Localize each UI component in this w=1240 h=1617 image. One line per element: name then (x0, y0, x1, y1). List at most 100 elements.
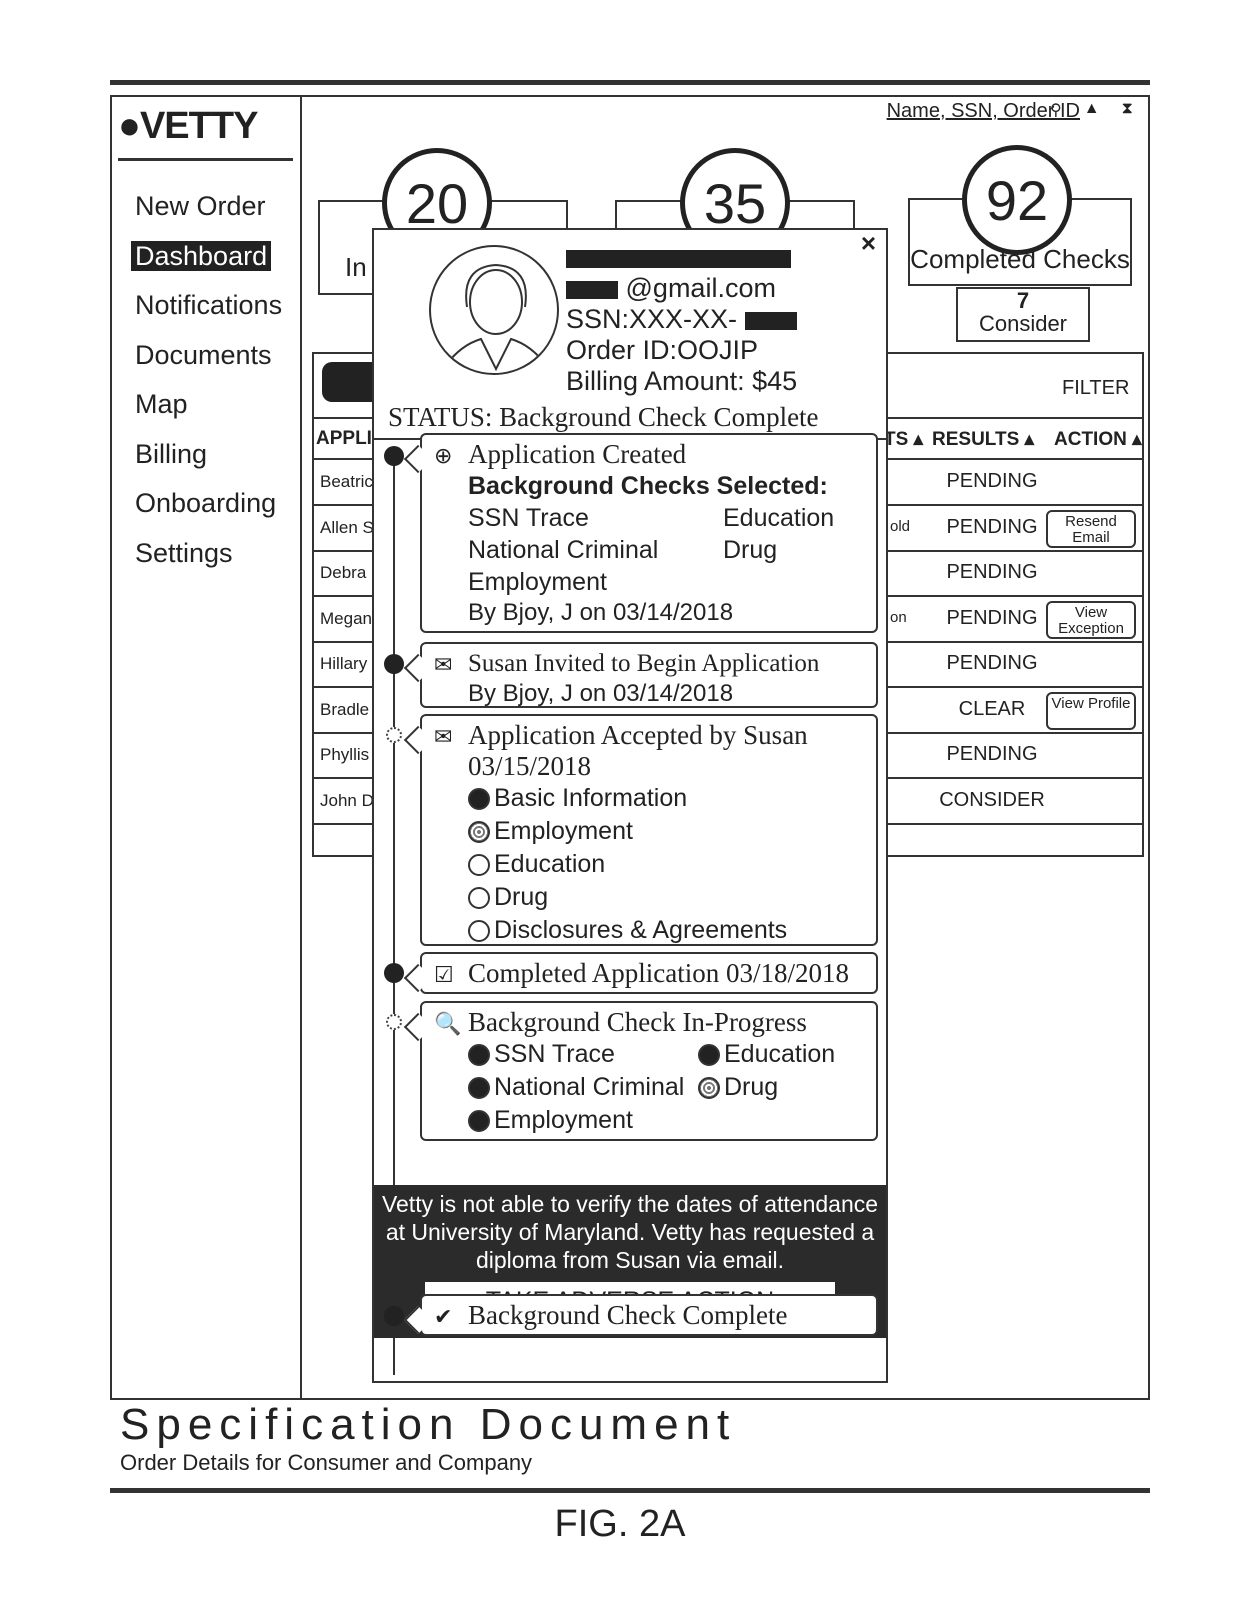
caption-title: Specification Document (120, 1400, 737, 1449)
timeline-card-completed-application: ☑ Completed Application 03/18/2018 (420, 952, 878, 994)
check-status-item: SSN Trace (468, 1038, 698, 1071)
sidebar-item-dashboard[interactable]: Dashboard (126, 238, 282, 288)
sidebar-item-label: Settings (135, 537, 233, 568)
check-status-icon (698, 1043, 720, 1066)
result-badge: PENDING (946, 561, 1038, 583)
step-label: Education (494, 850, 606, 878)
timeline-card-created: ⊕ Application Created Background Checks S… (420, 433, 878, 633)
sidebar-item-label: Dashboard (131, 240, 272, 271)
sidebar-nav: New Order Dashboard Notifications Docume… (126, 188, 282, 584)
sidebar-item-label: Documents (135, 339, 272, 370)
applicant-name: Bradle (320, 699, 370, 719)
check-item: SSN Trace (468, 504, 589, 532)
open-envelope-icon: ✉ (434, 725, 453, 750)
magnifier-person-icon: 🔍 (434, 1012, 462, 1037)
sidebar-item-settings[interactable]: Settings (126, 535, 282, 585)
sidebar-item-map[interactable]: Map (126, 386, 282, 436)
filter-button[interactable]: FILTER (1062, 377, 1129, 400)
step-status-icon (468, 886, 490, 909)
envelope-icon: ✉ (434, 653, 453, 678)
row-action-button[interactable]: View Profile (1046, 691, 1136, 730)
plus-circle-icon: ⊕ (434, 444, 453, 469)
sidebar-item-label: Onboarding (135, 488, 277, 518)
result-badge: PENDING (946, 470, 1038, 492)
check-status-icon (698, 1076, 720, 1099)
applicant-info: @gmail.com SSN:XXX-XX- Order ID:OOJIP Bi… (566, 242, 797, 397)
check-label: Education (724, 1040, 836, 1068)
step-status-icon (468, 787, 490, 810)
applicant-name: Beatric (320, 472, 373, 491)
step-item: Education (468, 848, 876, 881)
stat-circle-completed: 92 (962, 145, 1072, 255)
card-title: Completed Application 03/18/2018 (468, 958, 849, 988)
sidebar-item-new-order[interactable]: New Order (126, 188, 282, 238)
sidebar-item-label: Billing (135, 438, 208, 469)
ssn-text: SSN:XXX-XX- (566, 304, 738, 334)
row-action-button[interactable]: View Exception (1046, 600, 1136, 639)
result-badge: PENDING (946, 652, 1038, 674)
figure-label: FIG. 2A (554, 1503, 686, 1545)
check-status-item: Education (698, 1038, 908, 1071)
card-title: Application Created (468, 439, 687, 469)
column-header-results[interactable]: RESULTS ▴ (932, 428, 1034, 451)
applicant-email: @gmail.com (566, 273, 797, 304)
checkbox-icon: ☑ (434, 963, 454, 988)
sidebar-item-label: New Order (135, 191, 266, 221)
timeline-dot-complete (384, 446, 404, 466)
sidebar-item-label: Map (135, 389, 188, 419)
close-icon[interactable]: × (861, 228, 876, 259)
sidebar-item-billing[interactable]: Billing (126, 436, 282, 486)
check-status-icon (468, 1076, 490, 1099)
user-icon[interactable]: ⧗ (1122, 100, 1133, 120)
sidebar-item-onboarding[interactable]: Onboarding (126, 485, 282, 535)
check-circle-icon: ✔ (434, 1305, 453, 1330)
step-label: Drug (494, 883, 549, 911)
search-icon[interactable]: ⚲ (1050, 100, 1062, 120)
card-title: Background Check In-Progress (468, 1007, 807, 1037)
check-status-item: National Criminal (468, 1071, 698, 1104)
email-suffix: @gmail.com (625, 273, 776, 303)
card-title: Background Check Complete (468, 1300, 788, 1330)
step-label: Basic Information (494, 784, 688, 812)
applicant-name: John D (320, 790, 374, 810)
check-label: Drug (724, 1073, 779, 1101)
check-item: Drug (723, 536, 778, 564)
step-status-icon (468, 820, 490, 843)
consider-count[interactable]: 7 Consider (956, 287, 1090, 342)
applicant-name: Phyllis (320, 745, 370, 764)
result-badge: PENDING (946, 743, 1038, 765)
sidebar-item-notifications[interactable]: Notifications (126, 287, 282, 337)
step-item: Drug (468, 881, 876, 914)
notification-bell-icon[interactable]: ▲ (1084, 100, 1100, 120)
step-status-icon (468, 853, 490, 876)
column-header-status[interactable]: TS ▴ (884, 428, 923, 451)
check-status-icon (468, 1109, 490, 1132)
timeline-card-background-check-complete: ✔ Background Check Complete (420, 1294, 878, 1336)
consider-value: 7 (1016, 288, 1030, 313)
step-label: Employment (494, 817, 633, 845)
timeline-dot-complete (384, 654, 404, 674)
sidebar-item-documents[interactable]: Documents (126, 337, 282, 387)
timeline-dot-complete (384, 1306, 404, 1326)
header-icons: ⚲ ▲ ⧗ (1050, 100, 1133, 120)
applicant-status: on (890, 608, 907, 626)
applicant-avatar (429, 245, 559, 375)
background-checks-status: SSN Trace Education National Criminal Drug E… (468, 1038, 876, 1137)
timeline-dot-in-progress (386, 1014, 402, 1030)
result-badge: CONSIDER (939, 788, 1045, 811)
column-header-action[interactable]: ACTION ▴ (1054, 428, 1142, 451)
check-item: National Criminal (468, 536, 659, 564)
timeline-card-invited: ✉ Susan Invited to Begin Application By B… (420, 642, 878, 708)
check-label: National Criminal (494, 1073, 685, 1101)
stat-label: In (345, 252, 367, 282)
created-by: By Bjoy, J on 03/14/2018 (468, 599, 734, 626)
result-badge: CLEAR (958, 697, 1026, 720)
applicant-ssn: SSN:XXX-XX- (566, 304, 797, 335)
row-action-button[interactable]: Resend Email (1046, 509, 1136, 548)
order-status: STATUS: Background Check Complete (388, 402, 819, 432)
step-status-icon (468, 919, 490, 942)
timeline-card-background-check-in-progress: 🔍 Background Check In-Progress SSN Trace E… (420, 1001, 878, 1141)
caption-subtitle: Order Details for Consumer and Company (120, 1450, 533, 1475)
vetty-logo: ●VETTY (118, 105, 258, 147)
check-item: Education (723, 504, 835, 532)
